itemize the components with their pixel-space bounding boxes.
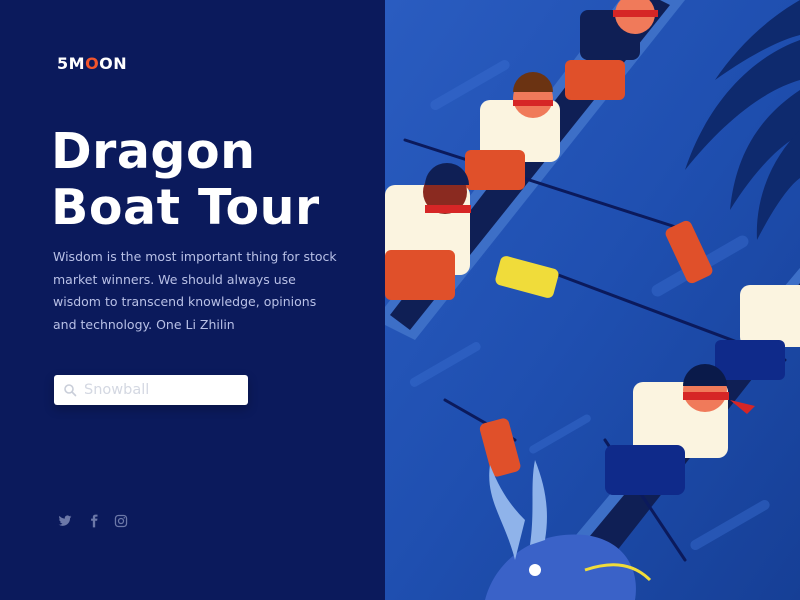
page-title: Dragon Boat Tour: [51, 124, 381, 236]
search-icon: [64, 384, 77, 397]
dragon-boat-illustration: [385, 0, 800, 600]
search-input[interactable]: [84, 375, 239, 405]
instagram-link[interactable]: [114, 514, 128, 528]
left-panel: 5MOON Dragon Boat Tour Wisdom is the mos…: [0, 0, 385, 600]
title-line-1: Dragon: [51, 123, 256, 180]
title-line-2: Boat Tour: [51, 179, 320, 236]
hero-illustration: [385, 0, 800, 600]
brand-logo[interactable]: 5MOON: [57, 54, 127, 73]
twitter-link[interactable]: [58, 514, 72, 528]
logo-suffix: ON: [99, 54, 128, 73]
logo-prefix: 5M: [57, 54, 86, 73]
facebook-link[interactable]: [87, 514, 101, 528]
instagram-icon: [114, 514, 128, 528]
search-box: [54, 375, 248, 405]
hero-description: Wisdom is the most important thing for s…: [53, 249, 337, 332]
logo-accent: O: [85, 54, 100, 73]
twitter-icon: [58, 515, 72, 526]
facebook-icon: [91, 514, 98, 528]
